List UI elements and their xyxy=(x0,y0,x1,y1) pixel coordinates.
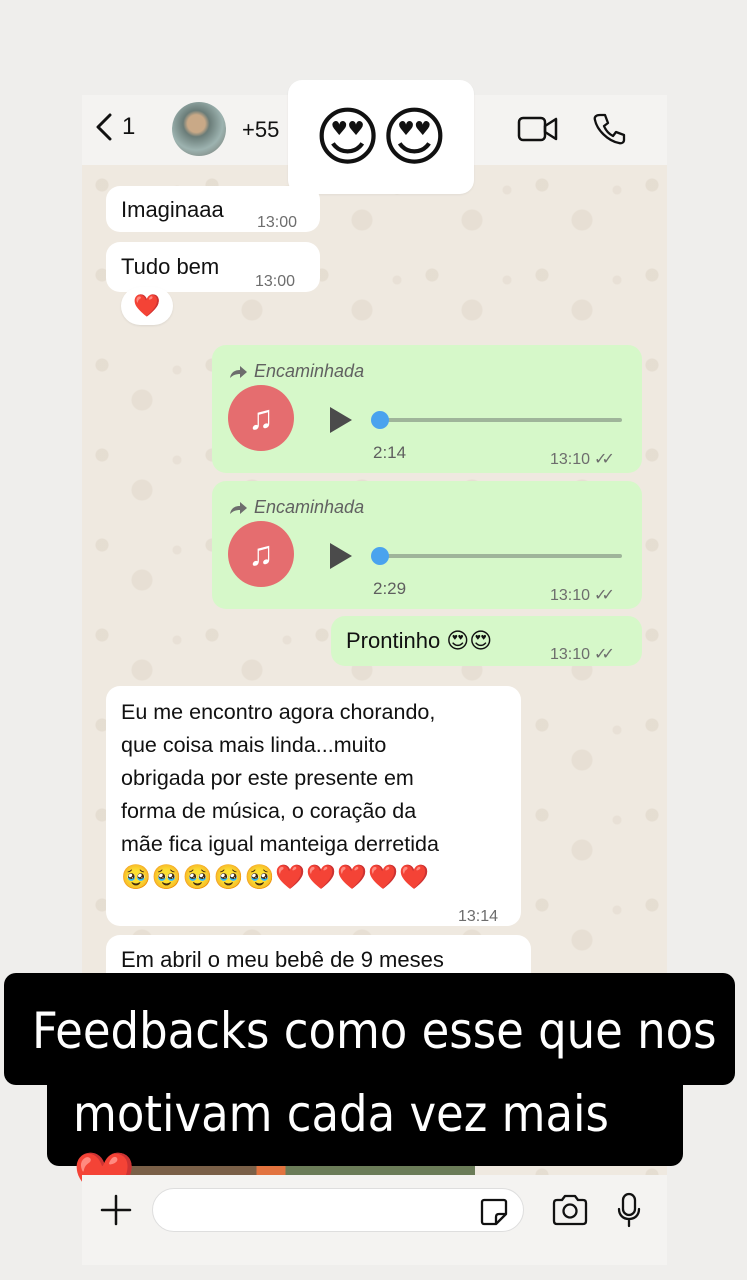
play-button[interactable] xyxy=(330,407,352,433)
forward-arrow-icon xyxy=(230,501,247,514)
heart-reaction: ❤️ xyxy=(133,293,161,318)
reaction-emoji-popup: 😍😍 xyxy=(288,80,474,194)
story-caption-line-2: motivam cada vez mais ❤️ xyxy=(47,1070,683,1207)
sticker-icon[interactable] xyxy=(479,1197,509,1227)
forwarded-audio-message[interactable]: Encaminhada ♫ 2:29 13:10 ✓✓ xyxy=(212,481,642,609)
phone-icon[interactable] xyxy=(592,112,626,146)
audio-progress-track[interactable] xyxy=(380,418,622,422)
contact-name[interactable]: +55 xyxy=(242,117,279,143)
message-time: 13:00 xyxy=(255,273,296,290)
incoming-message[interactable]: Imaginaaa 13:00 xyxy=(106,186,320,232)
forward-arrow-icon xyxy=(230,365,247,378)
music-note-icon: ♫ xyxy=(228,521,294,587)
read-ticks-icon: ✓✓ xyxy=(594,451,615,468)
message-time: 13:10 ✓✓ xyxy=(550,638,615,671)
message-text: Eu me encontro agora chorando, que coisa… xyxy=(121,700,439,891)
camera-icon[interactable] xyxy=(551,1194,589,1226)
read-ticks-icon: ✓✓ xyxy=(594,646,615,663)
back-button[interactable]: 1 xyxy=(94,112,135,142)
outgoing-message[interactable]: Prontinho 😍😍 13:10 ✓✓ xyxy=(331,616,642,666)
message-text: Tudo bem xyxy=(121,254,220,279)
audio-duration: 2:29 xyxy=(373,579,407,598)
message-input[interactable] xyxy=(152,1188,524,1232)
play-button[interactable] xyxy=(330,543,352,569)
story-caption-line-1: Feedbacks como esse que nos xyxy=(4,973,735,1085)
unread-count: 1 xyxy=(122,113,136,140)
message-text: Prontinho 😍😍 xyxy=(346,628,493,653)
message-reaction[interactable]: ❤️ xyxy=(121,287,173,325)
audio-progress-knob[interactable] xyxy=(371,411,389,429)
message-text: Imaginaaa xyxy=(121,197,224,222)
incoming-message[interactable]: Tudo bem 13:00 xyxy=(106,242,320,292)
plus-icon[interactable] xyxy=(99,1193,133,1227)
audio-progress-knob[interactable] xyxy=(371,547,389,565)
chevron-left-icon xyxy=(96,113,112,141)
message-time: 13:00 xyxy=(257,214,298,231)
video-call-icon[interactable] xyxy=(517,113,559,145)
forwarded-label: Encaminhada xyxy=(228,355,364,388)
forwarded-label: Encaminhada xyxy=(228,491,364,524)
contact-avatar[interactable] xyxy=(172,102,226,156)
message-time: 13:14 xyxy=(458,908,499,925)
incoming-message[interactable]: Eu me encontro agora chorando, que coisa… xyxy=(106,686,521,926)
forwarded-audio-message[interactable]: Encaminhada ♫ 2:14 13:10 ✓✓ xyxy=(212,345,642,473)
music-note-icon: ♫ xyxy=(228,385,294,451)
message-time: 13:10 ✓✓ xyxy=(550,443,615,476)
message-time: 13:10 ✓✓ xyxy=(550,579,615,612)
message-text: Em abril o meu bebê de 9 meses xyxy=(121,947,444,972)
read-ticks-icon: ✓✓ xyxy=(594,587,615,604)
audio-progress-track[interactable] xyxy=(380,554,622,558)
audio-duration: 2:14 xyxy=(373,443,407,462)
microphone-icon[interactable] xyxy=(616,1192,642,1228)
